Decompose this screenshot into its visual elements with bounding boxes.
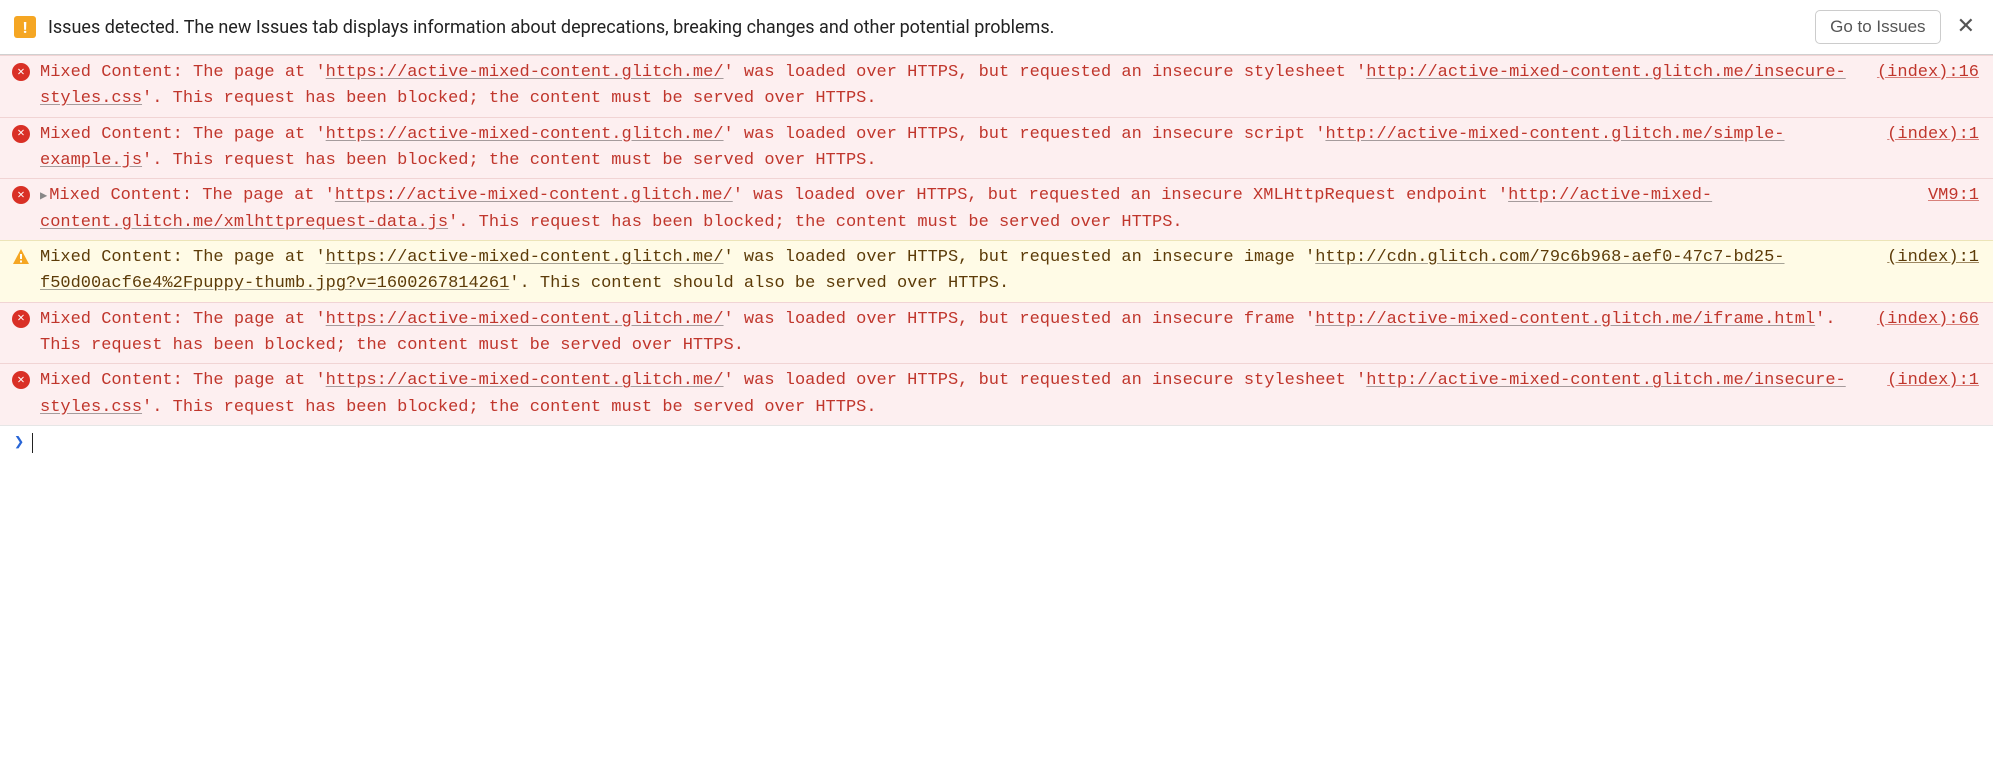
- url-link[interactable]: https://active-mixed-content.glitch.me/: [326, 248, 724, 267]
- issues-bar: ! Issues detected. The new Issues tab di…: [0, 0, 1993, 55]
- console-row: ✕ Mixed Content: The page at 'https://act…: [0, 117, 1993, 179]
- text-cursor: [32, 433, 33, 453]
- console-message: Mixed Content: The page at 'https://acti…: [40, 245, 1863, 298]
- console-message: Mixed Content: The page at 'https://acti…: [40, 368, 1863, 421]
- error-icon: ✕: [12, 125, 30, 143]
- source-link[interactable]: (index):1: [1887, 245, 1979, 271]
- message-text: Mixed Content: The page at ': [40, 63, 326, 82]
- console-row: Mixed Content: The page at 'https://acti…: [0, 240, 1993, 302]
- message-text: '. This request has been blocked; the co…: [142, 151, 877, 170]
- console-message: Mixed Content: The page at 'https://acti…: [40, 122, 1863, 175]
- message-text: Mixed Content: The page at ': [40, 310, 326, 329]
- issues-warning-icon: !: [14, 16, 36, 38]
- url-link[interactable]: https://active-mixed-content.glitch.me/: [326, 63, 724, 82]
- source-link[interactable]: (index):1: [1887, 368, 1979, 394]
- message-text: ' was loaded over HTTPS, but requested a…: [724, 125, 1326, 144]
- message-text: '. This content should also be served ov…: [509, 274, 1009, 293]
- message-text: ' was loaded over HTTPS, but requested a…: [724, 371, 1367, 390]
- console-prompt[interactable]: ❯: [0, 425, 1993, 459]
- expand-arrow-icon[interactable]: ▶: [40, 189, 47, 203]
- error-icon: ✕: [12, 371, 30, 389]
- warning-icon: [12, 248, 30, 266]
- message-text: ' was loaded over HTTPS, but requested a…: [724, 310, 1316, 329]
- message-text: Mixed Content: The page at ': [40, 248, 326, 267]
- message-text: '. This request has been blocked; the co…: [448, 213, 1183, 232]
- url-link[interactable]: https://active-mixed-content.glitch.me/: [335, 186, 733, 205]
- message-text: Mixed Content: The page at ': [49, 186, 335, 205]
- console-message: ▶Mixed Content: The page at 'https://act…: [40, 183, 1904, 236]
- console-message: Mixed Content: The page at 'https://acti…: [40, 307, 1853, 360]
- issues-text: Issues detected. The new Issues tab disp…: [48, 17, 1803, 38]
- console-row: ✕ Mixed Content: The page at 'https://act…: [0, 302, 1993, 364]
- url-link[interactable]: http://active-mixed-content.glitch.me/if…: [1315, 310, 1815, 329]
- console-row: ✕ Mixed Content: The page at 'https://act…: [0, 55, 1993, 117]
- message-text: Mixed Content: The page at ': [40, 125, 326, 144]
- console-output: ✕Mixed Content: The page at 'https://act…: [0, 55, 1993, 425]
- error-icon: ✕: [12, 310, 30, 328]
- prompt-caret-icon: ❯: [14, 432, 24, 453]
- close-icon[interactable]: ✕: [1953, 16, 1979, 38]
- error-icon: ✕: [12, 63, 30, 81]
- source-link[interactable]: (index):66: [1877, 307, 1979, 333]
- source-link[interactable]: VM9:1: [1928, 183, 1979, 209]
- message-text: Mixed Content: The page at ': [40, 371, 326, 390]
- url-link[interactable]: https://active-mixed-content.glitch.me/: [326, 125, 724, 144]
- message-text: ' was loaded over HTTPS, but requested a…: [724, 248, 1316, 267]
- console-row: ✕ ▶Mixed Content: The page at 'https://ac…: [0, 178, 1993, 240]
- url-link[interactable]: https://active-mixed-content.glitch.me/: [326, 310, 724, 329]
- go-to-issues-button[interactable]: Go to Issues: [1815, 10, 1940, 44]
- message-text: ' was loaded over HTTPS, but requested a…: [724, 63, 1367, 82]
- source-link[interactable]: (index):1: [1887, 122, 1979, 148]
- source-link[interactable]: (index):16: [1877, 60, 1979, 86]
- message-text: ' was loaded over HTTPS, but requested a…: [733, 186, 1508, 205]
- error-icon: ✕: [12, 186, 30, 204]
- url-link[interactable]: https://active-mixed-content.glitch.me/: [326, 371, 724, 390]
- console-input[interactable]: [41, 432, 1979, 453]
- message-text: '. This request has been blocked; the co…: [142, 89, 877, 108]
- console-message: Mixed Content: The page at 'https://acti…: [40, 60, 1853, 113]
- console-row: ✕ Mixed Content: The page at 'https://act…: [0, 363, 1993, 425]
- message-text: '. This request has been blocked; the co…: [142, 398, 877, 417]
